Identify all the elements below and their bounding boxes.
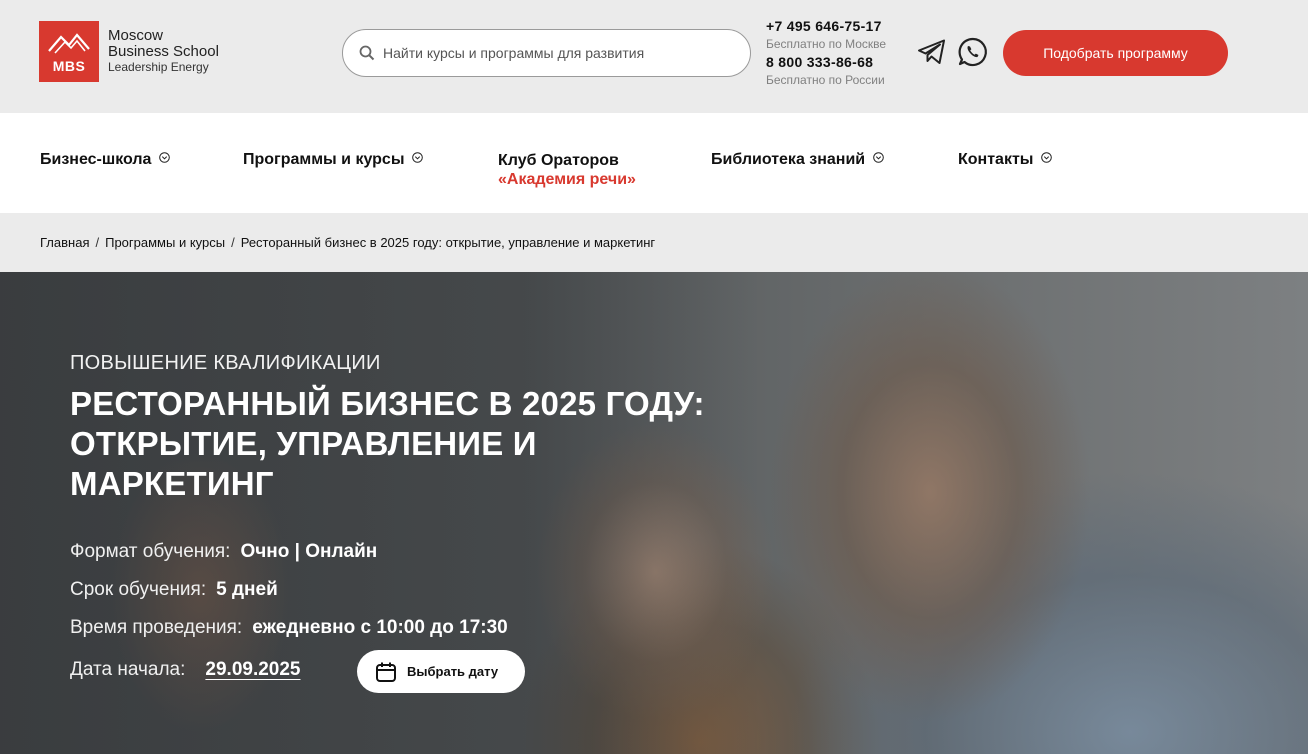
chevron-down-icon <box>159 152 171 163</box>
start-date-row: Дата начала: 29.09.2025 <box>70 659 301 681</box>
format-label: Формат обучения: <box>70 541 231 562</box>
choose-date-label: Выбрать дату <box>407 664 499 679</box>
choose-date-button[interactable]: Выбрать дату <box>357 650 525 693</box>
main-nav: Бизнес-школа Программы и курсы Клуб Орат… <box>0 113 1308 213</box>
logo-abbr: MBS <box>52 58 86 74</box>
logo-text: Moscow Business School Leadership Energy <box>108 27 219 75</box>
breadcrumb-separator: / <box>95 235 100 250</box>
time-row: Время проведения: ежедневно с 10:00 до 1… <box>70 617 508 639</box>
hero-eyebrow: ПОВЫШЕНИЕ КВАЛИФИКАЦИИ <box>70 352 381 374</box>
logo-tagline: Leadership Energy <box>108 60 209 74</box>
format-row: Формат обучения: Очно | Онлайн <box>70 541 377 563</box>
time-value: ежедневно с 10:00 до 17:30 <box>252 617 508 638</box>
breadcrumb-separator: / <box>231 235 235 250</box>
start-date-value[interactable]: 29.09.2025 <box>205 659 300 681</box>
nav-label: Бизнес-школа <box>40 151 152 168</box>
phone-russia-note: Бесплатно по России <box>766 73 885 87</box>
duration-label: Срок обучения: <box>70 579 207 600</box>
phone-moscow[interactable]: +7 495 646-75-17 <box>766 17 916 35</box>
phone-russia[interactable]: 8 800 333-86-68 <box>766 53 916 71</box>
search-icon <box>359 45 375 61</box>
logo-line-1: Moscow <box>108 27 164 44</box>
breadcrumb: Главная / Программы и курсы / Ресторанны… <box>0 213 1308 272</box>
whatsapp-icon[interactable] <box>957 36 989 73</box>
time-label: Время проведения: <box>70 617 243 638</box>
search-input[interactable] <box>383 45 743 61</box>
logo-line-2: Business School <box>108 43 219 60</box>
breadcrumb-item-programs[interactable]: Программы и курсы <box>105 235 225 250</box>
hero-banner: ПОВЫШЕНИЕ КВАЛИФИКАЦИИ Ресторанный бизне… <box>0 272 1308 754</box>
nav-label: Контакты <box>958 151 1034 168</box>
breadcrumb-item-home[interactable]: Главная <box>40 235 89 250</box>
nav-item-speakers-club[interactable]: Клуб Ораторов «Академия речи» <box>498 151 636 189</box>
nav-item-business-school[interactable]: Бизнес-школа <box>40 151 171 169</box>
nav-item-programs[interactable]: Программы и курсы <box>243 151 424 169</box>
chevron-down-icon <box>873 152 884 163</box>
page-title: Ресторанный бизнес в 2025 году: открытие… <box>70 385 705 502</box>
nav-label: Библиотека знаний <box>711 151 866 168</box>
calendar-icon <box>376 662 396 682</box>
start-date-label: Дата начала: <box>70 659 186 680</box>
duration-value: 5 дней <box>216 579 278 600</box>
phone-block: +7 495 646-75-17 Бесплатно по Москве 8 8… <box>766 17 916 89</box>
format-value: Очно | Онлайн <box>240 541 378 562</box>
pick-program-button[interactable]: Подобрать программу <box>1003 30 1228 76</box>
duration-row: Срок обучения: 5 дней <box>70 579 278 601</box>
chevron-down-icon <box>412 152 424 163</box>
chevron-down-icon <box>1041 152 1053 163</box>
nav-label: Клуб Ораторов <box>498 152 619 169</box>
logo[interactable]: MBS Moscow Business School Leadership En… <box>39 21 219 82</box>
logo-mark: MBS <box>39 21 99 82</box>
nav-item-contacts[interactable]: Контакты <box>958 151 1053 169</box>
search-box[interactable] <box>342 29 751 77</box>
top-header: MBS Moscow Business School Leadership En… <box>0 0 1308 113</box>
nav-item-knowledge-library[interactable]: Библиотека знаний <box>711 151 884 169</box>
nav-sublabel: «Академия речи» <box>498 171 636 188</box>
telegram-icon[interactable] <box>916 36 948 73</box>
breadcrumb-item-current: Ресторанный бизнес в 2025 году: открытие… <box>240 235 656 250</box>
phone-moscow-note: Бесплатно по Москве <box>766 37 887 51</box>
mountains-icon <box>48 33 90 54</box>
nav-label: Программы и курсы <box>243 151 405 168</box>
